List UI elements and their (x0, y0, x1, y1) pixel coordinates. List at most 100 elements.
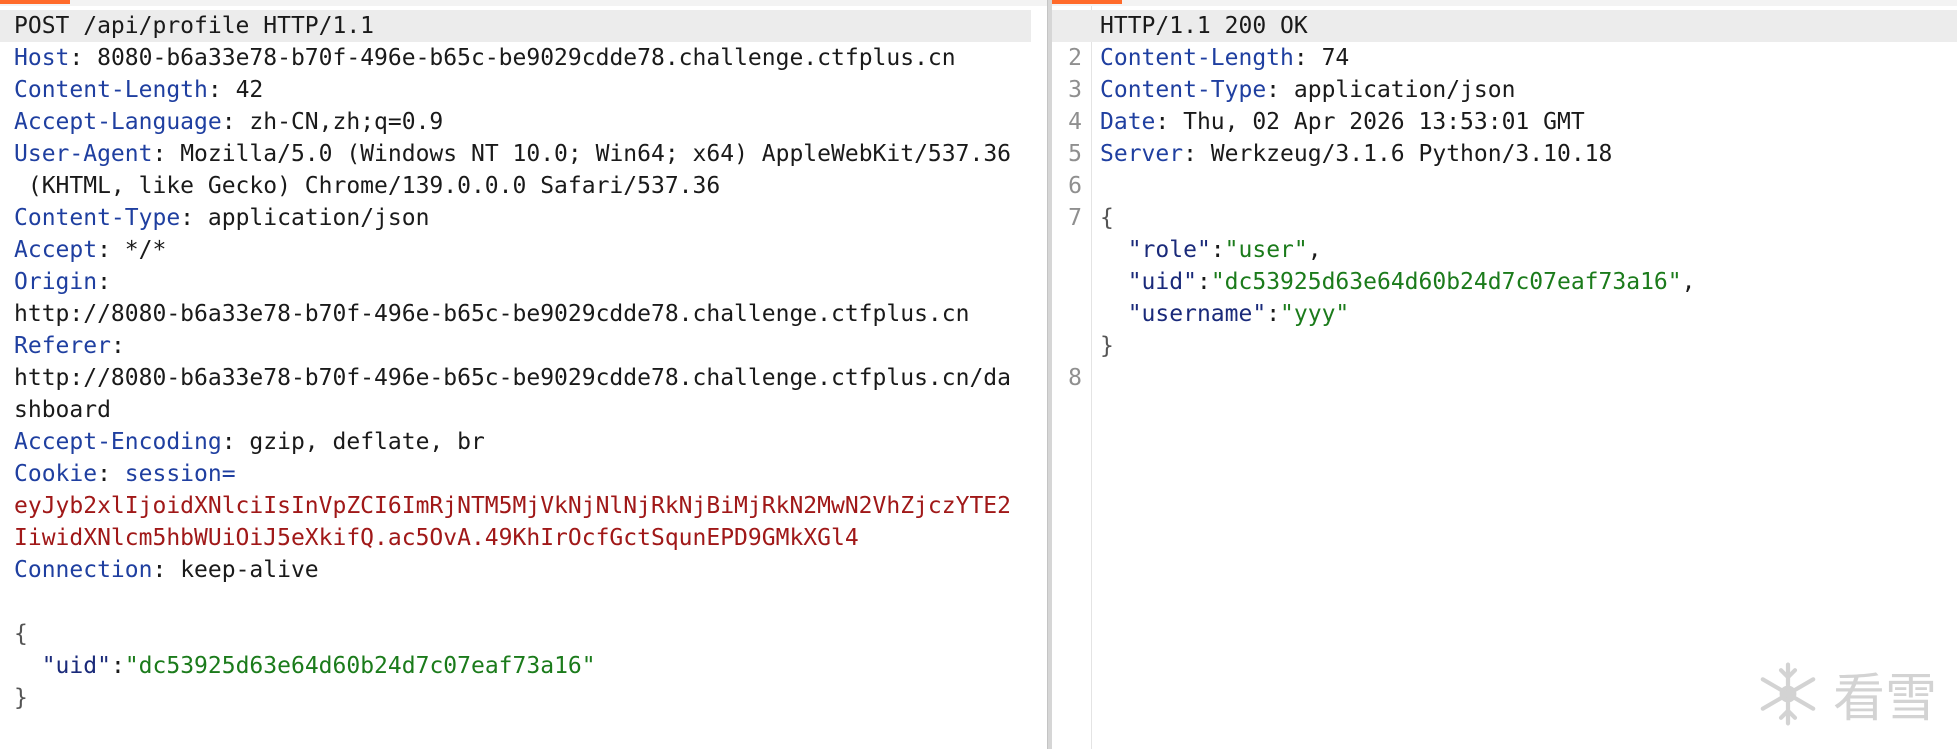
response-line-4[interactable]: 4 Date: Thu, 02 Apr 2026 13:53:01 GMT (1068, 106, 1957, 138)
header-name: Host (14, 45, 70, 71)
brace: } (14, 685, 28, 711)
header-value: 42 (235, 77, 264, 103)
header-value: Thu, 02 Apr 2026 13:53:01 GMT (1183, 109, 1585, 135)
header-name: Accept-Encoding (14, 429, 222, 455)
response-line-8[interactable]: 8 (1068, 362, 1957, 394)
header-name: Accept-Language (14, 109, 222, 135)
header-name: Accept (14, 237, 98, 263)
header-value: application/json (207, 205, 430, 231)
header-value: */* (124, 237, 167, 263)
header-name: Referer (14, 333, 111, 359)
status-line: HTTP/1.1 200 OK (1100, 13, 1308, 39)
body-open-brace[interactable]: { (14, 618, 1029, 650)
header-line-referer-cont[interactable]: http://8080-b6a33e78-b70f-496e-b65c-be90… (14, 362, 1029, 394)
line-number: 4 (1068, 109, 1082, 135)
header-line-referer[interactable]: Referer: (14, 330, 1029, 362)
cookie-name: session= (124, 461, 236, 487)
json-value: "user" (1224, 237, 1308, 263)
header-line-user-agent[interactable]: User-Agent: Mozilla/5.0 (Windows NT 10.0… (14, 138, 1029, 170)
body-field-uid[interactable]: "uid":"dc53925d63e64d60b24d7c07eaf73a16" (14, 650, 1029, 682)
header-name: Connection (14, 557, 153, 583)
request-tab-accent (0, 0, 70, 4)
header-value-cont: http://8080-b6a33e78-b70f-496e-b65c-be90… (14, 365, 1011, 391)
brace: { (1100, 205, 1114, 231)
header-name: Content-Type (1100, 77, 1267, 103)
header-line-origin-cont[interactable]: http://8080-b6a33e78-b70f-496e-b65c-be90… (14, 298, 1029, 330)
json-colon: : (1266, 301, 1281, 327)
response-body-field-role[interactable]: "role":"user", (1100, 234, 1957, 266)
line-number: 8 (1068, 365, 1082, 391)
cookie-value: eyJyb2xlIjoidXNlciIsInVpZCI6ImRjNTM5MjVk… (14, 493, 1011, 519)
header-line-user-agent-cont[interactable]: (KHTML, like Gecko) Chrome/139.0.0.0 Saf… (14, 170, 1029, 202)
header-line-accept[interactable]: Accept: */* (14, 234, 1029, 266)
response-body-close[interactable]: } (1100, 330, 1957, 362)
response-tab-accent (1052, 0, 1122, 4)
line-number: 2 (1068, 45, 1082, 71)
json-colon: : (110, 653, 125, 679)
brace: } (1100, 333, 1114, 359)
blank-line[interactable] (14, 586, 1029, 618)
header-line-accept-encoding[interactable]: Accept-Encoding: gzip, deflate, br (14, 426, 1029, 458)
request-editor[interactable]: POST /api/profile HTTP/1.1 Host: 8080-b6… (0, 6, 1047, 749)
header-line-origin[interactable]: Origin: (14, 266, 1029, 298)
request-line-text: POST /api/profile HTTP/1.1 (14, 13, 375, 39)
response-body-field-uid[interactable]: "uid":"dc53925d63e64d60b24d7c07eaf73a16"… (1100, 266, 1957, 298)
cookie-value-line-1[interactable]: eyJyb2xlIjoidXNlciIsInVpZCI6ImRjNTM5MjVk… (14, 490, 1029, 522)
header-line-connection[interactable]: Connection: keep-alive (14, 554, 1029, 586)
header-line-content-type[interactable]: Content-Type: application/json (14, 202, 1029, 234)
request-lines: POST /api/profile HTTP/1.1 Host: 8080-b6… (0, 10, 1031, 714)
header-value: 74 (1321, 45, 1350, 71)
response-line-1[interactable]: 1HTTP/1.1 200 OK (1052, 10, 1957, 42)
header-name: Content-Length (14, 77, 208, 103)
header-line-content-length[interactable]: Content-Length: 42 (14, 74, 1029, 106)
header-value-cont: shboard (14, 397, 111, 423)
header-value: zh-CN,zh;q=0.9 (249, 109, 444, 135)
header-name: Date (1100, 109, 1156, 135)
json-separator: , (1307, 237, 1322, 263)
header-value: keep-alive (180, 557, 319, 583)
response-body-field-username[interactable]: "username":"yyy" (1100, 298, 1957, 330)
header-name: Cookie (14, 461, 98, 487)
header-value: Mozilla/5.0 (Windows NT 10.0; Win64; x64… (180, 141, 1012, 167)
header-line-referer-cont2[interactable]: shboard (14, 394, 1029, 426)
json-key: "role" (1127, 237, 1211, 263)
watermark-text: 看雪 (1832, 669, 1937, 729)
response-editor[interactable]: 1HTTP/1.1 200 OK 2Content-Length: 74 3Co… (1052, 6, 1957, 749)
json-value: "dc53925d63e64d60b24d7c07eaf73a16" (124, 653, 596, 679)
watermark: 看雪 (1753, 656, 1937, 731)
json-separator: , (1681, 269, 1696, 295)
response-line-3[interactable]: 3 Content-Type: application/json (1068, 74, 1957, 106)
header-value-cont: (KHTML, like Gecko) Chrome/139.0.0.0 Saf… (14, 173, 721, 199)
header-line-host[interactable]: Host: 8080-b6a33e78-b70f-496e-b65c-be902… (14, 42, 1029, 74)
line-number: 5 (1068, 141, 1082, 167)
request-line[interactable]: POST /api/profile HTTP/1.1 (0, 10, 1031, 42)
cookie-value: IiwidXNlcm5hbWUiOiJ5eXkifQ.ac5OvA.49KhIr… (14, 525, 859, 551)
header-name: Content-Type (14, 205, 181, 231)
header-value: application/json (1293, 77, 1516, 103)
json-key: "uid" (41, 653, 111, 679)
json-colon: : (1210, 237, 1225, 263)
line-number: 3 (1068, 77, 1082, 103)
response-line-7[interactable]: 7{ (1068, 202, 1957, 234)
header-value: 8080-b6a33e78-b70f-496e-b65c-be9029cdde7… (97, 45, 956, 71)
header-line-cookie[interactable]: Cookie: session= (14, 458, 1029, 490)
json-key: "uid" (1127, 269, 1197, 295)
line-number: 7 (1068, 205, 1082, 231)
json-colon: : (1196, 269, 1211, 295)
json-key: "username" (1127, 301, 1267, 327)
response-line-6[interactable]: 6 (1068, 170, 1957, 202)
line-number: 6 (1068, 173, 1082, 199)
response-line-5[interactable]: 5 Server: Werkzeug/3.1.6 Python/3.10.18 (1068, 138, 1957, 170)
response-line-2[interactable]: 2 Content-Length: 74 (1068, 42, 1957, 74)
json-value: "dc53925d63e64d60b24d7c07eaf73a16" (1210, 269, 1682, 295)
body-close-brace[interactable]: } (14, 682, 1029, 714)
header-value: Werkzeug/3.1.6 Python/3.10.18 (1210, 141, 1613, 167)
cookie-value-line-2[interactable]: IiwidXNlcm5hbWUiOiJ5eXkifQ.ac5OvA.49KhIr… (14, 522, 1029, 554)
json-value: "yyy" (1280, 301, 1350, 327)
header-name: Content-Length (1100, 45, 1294, 71)
header-name: Origin (14, 269, 98, 295)
snowflake-icon (1760, 662, 1816, 725)
header-line-accept-language[interactable]: Accept-Language: zh-CN,zh;q=0.9 (14, 106, 1029, 138)
header-value: gzip, deflate, br (249, 429, 485, 455)
brace: { (14, 621, 28, 647)
